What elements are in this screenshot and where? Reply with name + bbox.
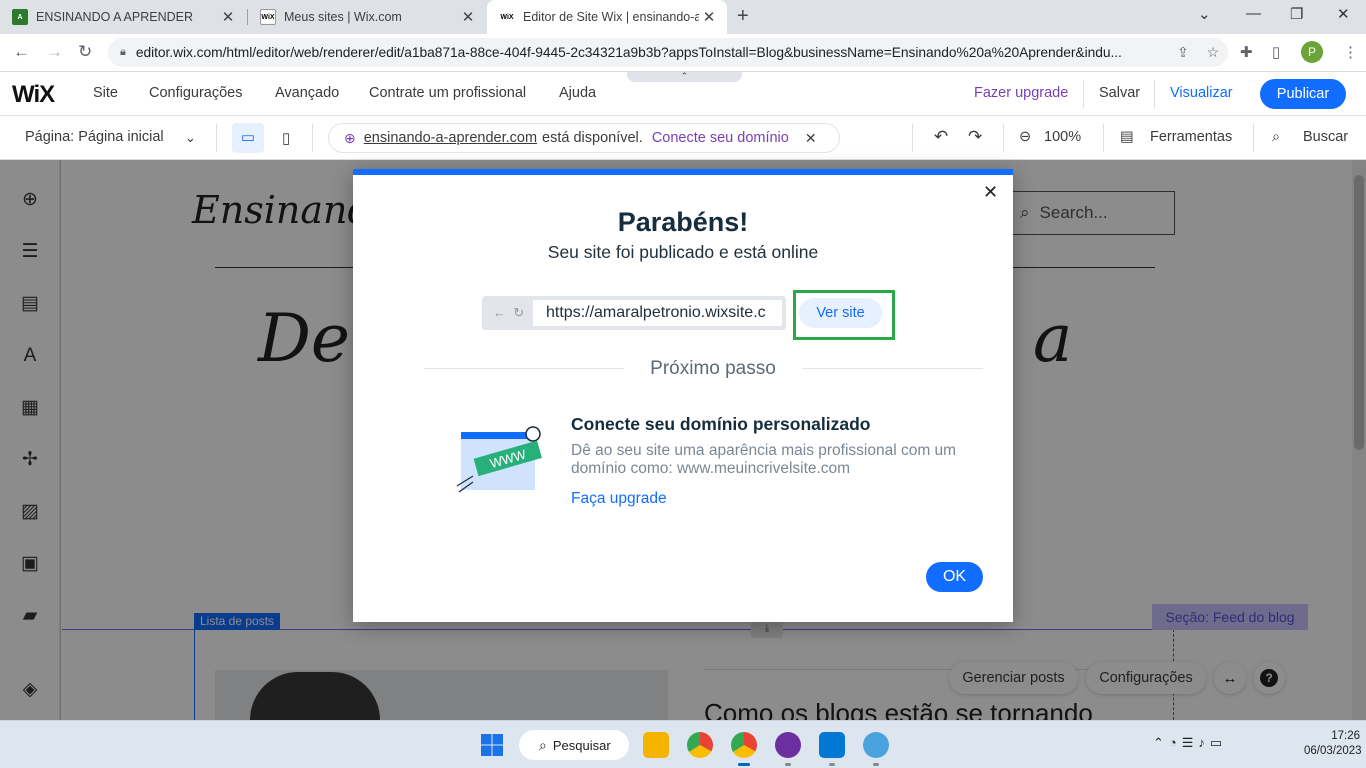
tab-title: Meus sites | Wix.com	[284, 10, 402, 24]
vscode-icon[interactable]	[819, 732, 845, 758]
side-panel-icon[interactable]: ▯	[1272, 43, 1280, 61]
undo-icon[interactable]: ↶	[934, 127, 948, 147]
taskbar-search-label: Pesquisar	[552, 737, 611, 753]
divider-right	[802, 368, 983, 369]
app-indicator	[785, 763, 791, 766]
chevron-down-icon[interactable]: ⌄	[185, 130, 196, 146]
address-bar-row: ← → ↻ 🔒︎ editor.wix.com/html/editor/web/…	[0, 34, 1366, 72]
extensions-icon[interactable]: ✚	[1240, 43, 1253, 61]
dialog-subtitle: Seu site foi publicado e está online	[547, 242, 819, 262]
chrome-menu-icon[interactable]: ⋮	[1343, 43, 1358, 61]
close-tab-icon[interactable]: ✕	[699, 8, 719, 26]
close-banner-icon[interactable]: ✕	[805, 130, 817, 147]
preview-button[interactable]: Visualizar	[1170, 85, 1233, 101]
wix-favicon-icon: WiX	[499, 9, 515, 25]
maximize-icon[interactable]: ❐	[1290, 5, 1303, 23]
page-selector[interactable]: Página: Página inicial	[25, 129, 164, 145]
publish-button[interactable]: Publicar	[1260, 79, 1346, 109]
site-url-field[interactable]: https://amaralpetronio.wixsite.c	[533, 300, 782, 326]
collapse-toolbar-icon[interactable]: ⌃	[627, 72, 742, 82]
menu-configuracoes[interactable]: Configurações	[149, 85, 243, 101]
wix-top-bar: ⌃ WiX Site Configurações Avançado Contra…	[0, 72, 1366, 116]
close-tab-icon[interactable]: ✕	[458, 8, 478, 26]
app-indicator	[829, 763, 835, 766]
zoom-out-icon[interactable]: ⊖	[1019, 129, 1031, 145]
app-indicator	[873, 763, 879, 766]
profile-avatar[interactable]: P	[1301, 41, 1323, 63]
tab-title: Editor de Site Wix | ensinando-a-	[523, 10, 699, 24]
dialog-title: Parabéns!	[617, 207, 749, 237]
connect-domain-title: Conecte seu domínio personalizado	[571, 414, 871, 434]
windows-start-icon[interactable]	[481, 734, 503, 756]
menu-site[interactable]: Site	[93, 85, 118, 101]
search-icon[interactable]: ⌕	[1272, 129, 1280, 145]
file-explorer-icon[interactable]	[643, 732, 669, 758]
domain-status: está disponível.	[542, 130, 643, 146]
search-button[interactable]: Buscar	[1303, 129, 1348, 145]
taskbar-search[interactable]: ⌕ Pesquisar	[519, 730, 629, 760]
tools-button[interactable]: Ferramentas	[1150, 129, 1232, 145]
browser-tab-ensinando[interactable]: A ENSINANDO A APRENDER ✕	[0, 0, 246, 34]
save-button[interactable]: Salvar	[1099, 85, 1140, 101]
globe-icon: ⊕	[344, 129, 356, 146]
taskbar-clock[interactable]: 17:26 06/03/2023	[1304, 729, 1362, 759]
back-icon[interactable]: ←	[13, 42, 30, 62]
menu-avancado[interactable]: Avançado	[275, 85, 339, 101]
paint-app-icon[interactable]	[863, 732, 889, 758]
wix-favicon-icon: WiX	[260, 9, 276, 25]
close-window-icon[interactable]: ✕	[1337, 5, 1350, 23]
windows-taskbar: ⌕ Pesquisar ⌃◔☰♪▭ 17:26 06/03/2023	[0, 720, 1366, 768]
wix-logo[interactable]: WiX	[12, 81, 55, 109]
url-text: editor.wix.com/html/editor/web/renderer/…	[135, 45, 1122, 60]
tab-title: ENSINANDO A APRENDER	[36, 10, 193, 24]
search-icon: ⌕	[539, 736, 547, 753]
domain-banner: ⊕ ensinando-a-aprender.com está disponív…	[328, 123, 840, 153]
browser-window-bar	[461, 432, 535, 439]
browser-tab-bar: A ENSINANDO A APRENDER ✕ WiX Meus sites …	[0, 0, 1366, 34]
chrome-profile-icon[interactable]	[731, 732, 757, 758]
redo-icon[interactable]: ↷	[968, 127, 982, 147]
url-bar[interactable]: 🔒︎ editor.wix.com/html/editor/web/render…	[108, 38, 1228, 67]
tools-icon[interactable]: ▤	[1120, 129, 1134, 145]
divider-left	[424, 368, 624, 369]
forward-icon[interactable]: →	[46, 42, 63, 62]
menu-contrate-profissional[interactable]: Contrate um profissional	[369, 85, 526, 101]
new-tab-icon[interactable]: +	[737, 5, 749, 28]
close-dialog-icon[interactable]: ✕	[983, 182, 998, 203]
domain-name-link[interactable]: ensinando-a-aprender.com	[364, 130, 537, 146]
reload-icon[interactable]: ↻	[78, 42, 92, 62]
close-tab-icon[interactable]: ✕	[218, 8, 238, 26]
mini-browser-nav-icon: ← ↻	[493, 305, 525, 320]
wix-editor-toolbar: Página: Página inicial ⌄ ▭ ▯ ⊕ ensinando…	[0, 116, 1366, 160]
upgrade-link[interactable]: Fazer upgrade	[974, 85, 1068, 101]
tab-search-icon[interactable]: ⌄	[1198, 5, 1211, 23]
site-favicon-icon: A	[12, 9, 28, 25]
next-step-heading: Próximo passo	[650, 358, 776, 379]
share-icon[interactable]: ⇪	[1168, 44, 1198, 61]
view-site-button[interactable]: Ver site	[799, 298, 882, 328]
bookmark-star-icon[interactable]: ☆	[1198, 44, 1228, 61]
chrome-icon[interactable]	[687, 732, 713, 758]
ok-button[interactable]: OK	[926, 562, 983, 592]
lock-icon: 🔒︎	[120, 46, 126, 58]
clock-date: 06/03/2023	[1304, 745, 1362, 757]
browser-tab-editor[interactable]: WiX Editor de Site Wix | ensinando-a- ✕	[487, 0, 727, 34]
clock-time: 17:26	[1331, 730, 1360, 742]
active-app-indicator	[738, 763, 750, 766]
mobile-view-icon[interactable]: ▯	[282, 129, 290, 147]
domain-illustration: WWW	[456, 426, 542, 493]
cursor-circle	[525, 426, 541, 442]
system-tray-icons[interactable]: ⌃◔☰♪▭	[1153, 735, 1227, 751]
minimize-icon[interactable]: —	[1246, 5, 1261, 22]
upgrade-link[interactable]: Faça upgrade	[571, 490, 667, 508]
browser-tab-meus-sites[interactable]: WiX Meus sites | Wix.com ✕	[248, 0, 486, 34]
connect-domain-description: Dê ao seu site uma aparência mais profis…	[571, 442, 957, 477]
podcast-app-icon[interactable]	[775, 732, 801, 758]
menu-ajuda[interactable]: Ajuda	[559, 85, 596, 101]
zoom-level[interactable]: 100%	[1044, 129, 1081, 145]
connect-domain-link[interactable]: Conecte seu domínio	[652, 130, 789, 146]
desktop-view-icon[interactable]: ▭	[232, 123, 264, 153]
